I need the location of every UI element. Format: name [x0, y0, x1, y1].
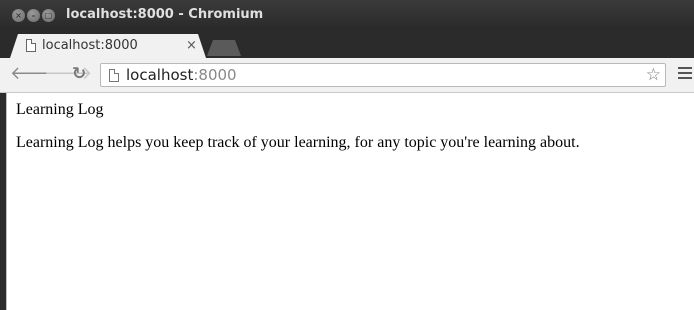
tab-label: localhost:8000	[42, 38, 138, 53]
address-host: localhost	[126, 66, 194, 84]
close-icon[interactable]: ×	[12, 9, 25, 22]
tab-strip: localhost:8000 ×	[0, 30, 694, 58]
tab-close-icon[interactable]: ×	[186, 38, 197, 53]
page-description: Learning Log helps you keep track of you…	[16, 134, 580, 151]
page-title: Learning Log	[16, 101, 104, 118]
maximize-icon[interactable]: □	[42, 9, 55, 22]
star-icon[interactable]: ☆	[646, 65, 661, 85]
address-bar[interactable]: localhost:8000 ☆	[100, 63, 666, 87]
title-bar: × – □ localhost:8000 - Chromium	[0, 0, 694, 30]
page-icon	[26, 39, 36, 52]
tab-localhost[interactable]: localhost:8000 ×	[10, 34, 206, 58]
toolbar: 🡐 🡒 ↻ localhost:8000 ☆	[0, 58, 694, 93]
browser-window: × – □ localhost:8000 - Chromium localhos…	[0, 0, 694, 310]
page-icon	[109, 69, 119, 82]
page-content: Learning Log Learning Log helps you keep…	[6, 93, 694, 310]
address-port: :8000	[193, 66, 237, 84]
hamburger-menu-icon[interactable]	[678, 67, 692, 82]
minimize-icon[interactable]: –	[27, 9, 40, 22]
reload-icon[interactable]: ↻	[72, 64, 86, 84]
window-title: localhost:8000 - Chromium	[66, 7, 264, 22]
new-tab-button[interactable]	[207, 40, 241, 56]
address-text[interactable]: localhost:8000	[126, 66, 237, 84]
